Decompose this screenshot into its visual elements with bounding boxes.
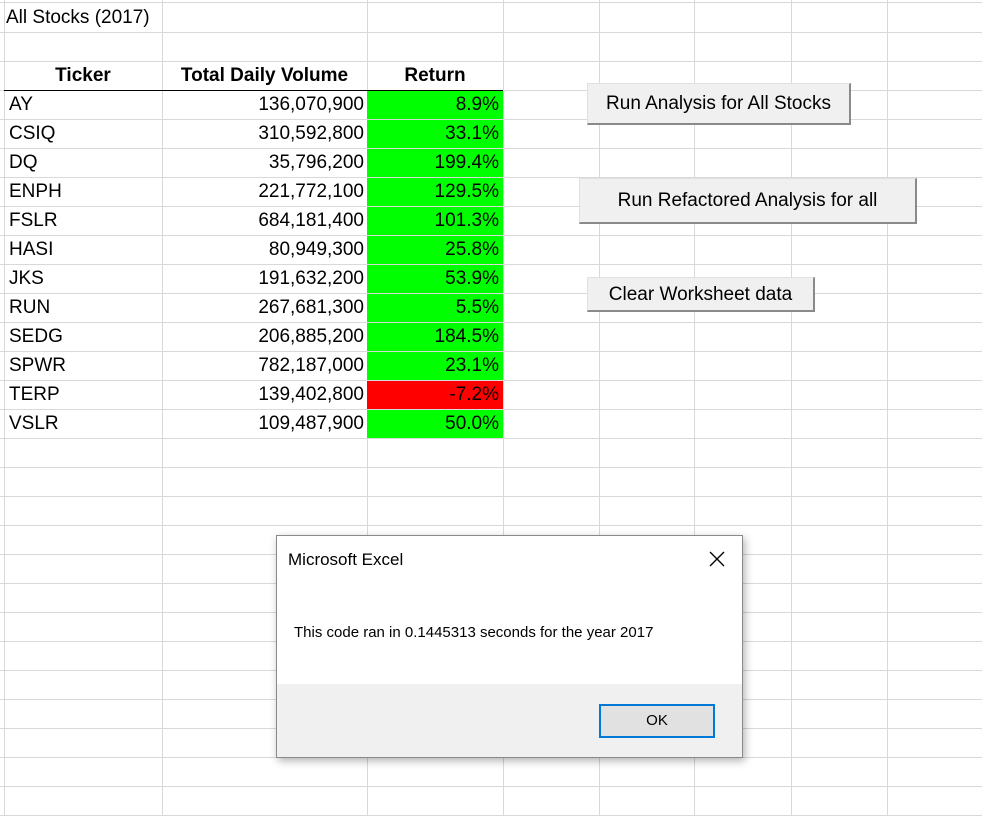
header-return[interactable]: Return bbox=[367, 61, 503, 91]
volume-cell[interactable]: 684,181,400 bbox=[162, 207, 367, 235]
dialog-message: This code ran in 0.1445313 seconds for t… bbox=[294, 624, 654, 641]
volume-cell[interactable]: 109,487,900 bbox=[162, 410, 367, 438]
ticker-cell[interactable]: JKS bbox=[4, 265, 162, 293]
volume-cell[interactable]: 221,772,100 bbox=[162, 178, 367, 206]
return-cell[interactable]: 184.5% bbox=[367, 323, 503, 351]
dialog-footer: OK bbox=[277, 684, 742, 757]
ticker-cell[interactable]: HASI bbox=[4, 236, 162, 264]
ticker-cell[interactable]: FSLR bbox=[4, 207, 162, 235]
return-cell[interactable]: 129.5% bbox=[367, 178, 503, 206]
return-cell[interactable]: 25.8% bbox=[367, 236, 503, 264]
close-icon[interactable] bbox=[707, 548, 727, 570]
volume-cell[interactable]: 35,796,200 bbox=[162, 149, 367, 177]
ticker-cell[interactable]: DQ bbox=[4, 149, 162, 177]
grid-row-line bbox=[0, 496, 982, 497]
return-cell[interactable]: -7.2% bbox=[367, 381, 503, 409]
ticker-cell[interactable]: TERP bbox=[4, 381, 162, 409]
run-analysis-all-stocks-button[interactable]: Run Analysis for All Stocks bbox=[587, 83, 851, 125]
volume-cell[interactable]: 139,402,800 bbox=[162, 381, 367, 409]
clear-worksheet-data-button[interactable]: Clear Worksheet data bbox=[587, 277, 815, 312]
run-refactored-analysis-button[interactable]: Run Refactored Analysis for all bbox=[579, 178, 917, 224]
ticker-cell[interactable]: ENPH bbox=[4, 178, 162, 206]
header-total-daily-volume[interactable]: Total Daily Volume bbox=[162, 61, 367, 91]
return-cell[interactable]: 101.3% bbox=[367, 207, 503, 235]
return-cell[interactable]: 199.4% bbox=[367, 149, 503, 177]
ticker-cell[interactable]: RUN bbox=[4, 294, 162, 322]
ticker-cell[interactable]: VSLR bbox=[4, 410, 162, 438]
return-cell[interactable]: 5.5% bbox=[367, 294, 503, 322]
volume-cell[interactable]: 310,592,800 bbox=[162, 120, 367, 148]
grid-row-line bbox=[0, 467, 982, 468]
grid-row-line bbox=[0, 438, 982, 439]
ticker-cell[interactable]: SEDG bbox=[4, 323, 162, 351]
return-cell[interactable]: 8.9% bbox=[367, 91, 503, 119]
return-cell[interactable]: 53.9% bbox=[367, 265, 503, 293]
volume-cell[interactable]: 191,632,200 bbox=[162, 265, 367, 293]
sheet-title[interactable]: All Stocks (2017) bbox=[6, 3, 166, 32]
grid-row-line bbox=[0, 525, 982, 526]
ok-button[interactable]: OK bbox=[599, 704, 715, 738]
return-cell[interactable]: 23.1% bbox=[367, 352, 503, 380]
volume-cell[interactable]: 136,070,900 bbox=[162, 91, 367, 119]
message-dialog[interactable]: Microsoft Excel This code ran in 0.14453… bbox=[276, 535, 743, 758]
volume-cell[interactable]: 267,681,300 bbox=[162, 294, 367, 322]
return-cell[interactable]: 33.1% bbox=[367, 120, 503, 148]
volume-cell[interactable]: 80,949,300 bbox=[162, 236, 367, 264]
header-ticker[interactable]: Ticker bbox=[4, 61, 162, 91]
return-cell[interactable]: 50.0% bbox=[367, 410, 503, 438]
volume-cell[interactable]: 206,885,200 bbox=[162, 323, 367, 351]
dialog-title: Microsoft Excel bbox=[288, 550, 404, 569]
grid-row-line bbox=[0, 786, 982, 787]
volume-cell[interactable]: 782,187,000 bbox=[162, 352, 367, 380]
ticker-cell[interactable]: AY bbox=[4, 91, 162, 119]
ticker-cell[interactable]: CSIQ bbox=[4, 120, 162, 148]
grid-row-line bbox=[0, 32, 982, 33]
ticker-cell[interactable]: SPWR bbox=[4, 352, 162, 380]
grid-column-line bbox=[887, 0, 888, 816]
